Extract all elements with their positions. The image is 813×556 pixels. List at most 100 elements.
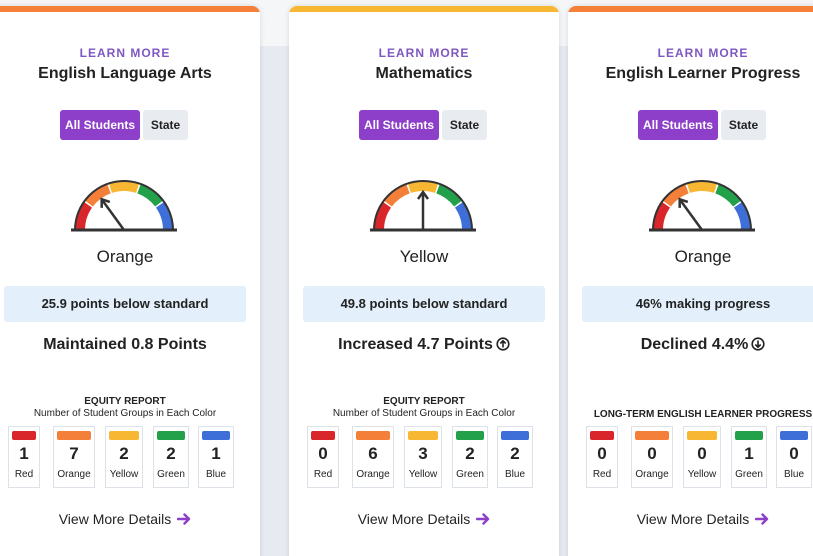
group-count: 0: [318, 444, 328, 463]
group-color-label: Yellow: [408, 469, 438, 480]
view-more-details-label: View More Details: [58, 511, 172, 527]
group-color-label: Blue: [205, 469, 226, 480]
group-count-red: 0 Red: [307, 426, 339, 488]
group-count-yellow: 2 Yellow: [105, 426, 143, 488]
group-count: 0: [697, 444, 707, 463]
gauge-segment-green: [436, 183, 463, 207]
group-count-orange: 0 Orange: [631, 426, 673, 488]
learn-more-link[interactable]: LEARN MORE: [568, 46, 813, 60]
group-count: 0: [789, 444, 799, 463]
group-count-red: 1 Red: [8, 426, 40, 488]
group-count: 1: [211, 444, 221, 463]
state-button[interactable]: State: [442, 110, 487, 140]
view-more-details-label: View More Details: [357, 511, 471, 527]
group-color-label: Blue: [504, 469, 525, 480]
group-count: 7: [69, 444, 79, 463]
indicator-card: LEARN MORE English Learner Progress All St…: [568, 6, 813, 556]
card-accent-bar: [0, 6, 260, 12]
color-chip-yellow: [408, 431, 438, 440]
state-button[interactable]: State: [721, 110, 766, 140]
equity-report-title: EQUITY REPORT: [84, 396, 166, 407]
group-count: 0: [597, 444, 607, 463]
arrow-right-icon: [755, 513, 769, 525]
view-more-details-label: View More Details: [636, 511, 750, 527]
performance-gauge: [67, 158, 181, 240]
color-chip-yellow: [687, 431, 717, 440]
gauge-segment-blue: [155, 201, 173, 231]
group-color-label: Orange: [57, 469, 91, 480]
change-label: Increased 4.7 Points: [338, 336, 493, 353]
group-count: 1: [744, 444, 754, 463]
group-color-label: Orange: [356, 469, 390, 480]
group-color-label: Green: [456, 469, 484, 480]
color-chip-blue: [202, 431, 230, 440]
status-box: 25.9 points below standard: [4, 286, 246, 322]
gauge-segment-orange: [383, 183, 410, 207]
group-count-green: 2 Green: [153, 426, 189, 488]
arrow-right-icon: [177, 513, 191, 525]
all-students-button[interactable]: All Students: [359, 110, 439, 140]
student-groups: 0 Red 0 Orange 0 Yellow 1 Green 0 Blue: [586, 426, 813, 490]
color-chip-green: [157, 431, 185, 440]
group-count-blue: 0 Blue: [776, 426, 812, 488]
group-color-label: Red: [592, 469, 612, 480]
gauge-icon: [370, 180, 476, 232]
group-count-red: 0 Red: [586, 426, 618, 488]
group-color-label: Yellow: [109, 469, 139, 480]
all-students-button[interactable]: All Students: [60, 110, 140, 140]
group-color-label: Red: [14, 469, 34, 480]
group-count-green: 2 Green: [452, 426, 488, 488]
equity-report-title: EQUITY REPORT: [383, 396, 465, 407]
change-text: Increased 4.7 Points: [289, 336, 559, 354]
gauge-icon: [71, 180, 177, 232]
gauge-segment-blue: [454, 201, 472, 231]
color-chip-blue: [780, 431, 808, 440]
group-count: 3: [418, 444, 428, 463]
learn-more-link[interactable]: LEARN MORE: [0, 46, 260, 60]
group-count: 1: [19, 444, 29, 463]
student-group-toggle: All Students State: [568, 110, 813, 144]
color-chip-orange: [635, 431, 669, 440]
gauge-segment-green: [715, 183, 742, 207]
group-count: 2: [166, 444, 176, 463]
color-chip-red: [311, 431, 335, 440]
view-more-details-link[interactable]: View More Details: [568, 511, 813, 527]
group-color-label: Blue: [783, 469, 804, 480]
color-chip-green: [456, 431, 484, 440]
equity-report-title: LONG-TERM ENGLISH LEARNER PROGRESS: [593, 409, 813, 420]
group-count: 6: [368, 444, 378, 463]
card-title: English Learner Progress: [605, 65, 801, 82]
change-text: Declined 4.4%: [568, 336, 813, 354]
performance-color-label: Orange: [96, 247, 154, 266]
group-count-blue: 1 Blue: [198, 426, 234, 488]
student-group-toggle: All Students State: [0, 110, 260, 144]
group-count-orange: 6 Orange: [352, 426, 394, 488]
gauge-needle: [678, 198, 704, 231]
down-arrow-circle-icon: [751, 337, 765, 351]
indicator-card: LEARN MORE English Language Arts All Stude…: [0, 6, 260, 556]
card-accent-bar: [289, 6, 559, 12]
color-chip-red: [12, 431, 36, 440]
group-color-label: Yellow: [687, 469, 717, 480]
state-button[interactable]: State: [143, 110, 188, 140]
change-label: Maintained 0.8 Points: [43, 336, 207, 353]
group-color-label: Red: [313, 469, 333, 480]
view-more-details-link[interactable]: View More Details: [0, 511, 260, 527]
all-students-button[interactable]: All Students: [638, 110, 718, 140]
view-more-details-link[interactable]: View More Details: [289, 511, 559, 527]
color-chip-orange: [356, 431, 390, 440]
learn-more-link[interactable]: LEARN MORE: [289, 46, 559, 60]
student-groups: 0 Red 6 Orange 3 Yellow 2 Green 2 Blue: [307, 426, 541, 490]
performance-gauge: [645, 158, 759, 240]
group-color-label: Green: [157, 469, 185, 480]
group-count-yellow: 3 Yellow: [404, 426, 442, 488]
group-count-blue: 2 Blue: [497, 426, 533, 488]
color-chip-green: [735, 431, 763, 440]
performance-color-label: Orange: [674, 247, 732, 266]
indicator-card: LEARN MORE Mathematics All Students State Ye…: [289, 6, 559, 556]
performance-gauge: [366, 158, 480, 240]
status-box: 49.8 points below standard: [303, 286, 545, 322]
change-label: Declined 4.4%: [640, 336, 749, 353]
change-text: Maintained 0.8 Points: [0, 336, 260, 354]
group-color-label: Green: [735, 469, 763, 480]
